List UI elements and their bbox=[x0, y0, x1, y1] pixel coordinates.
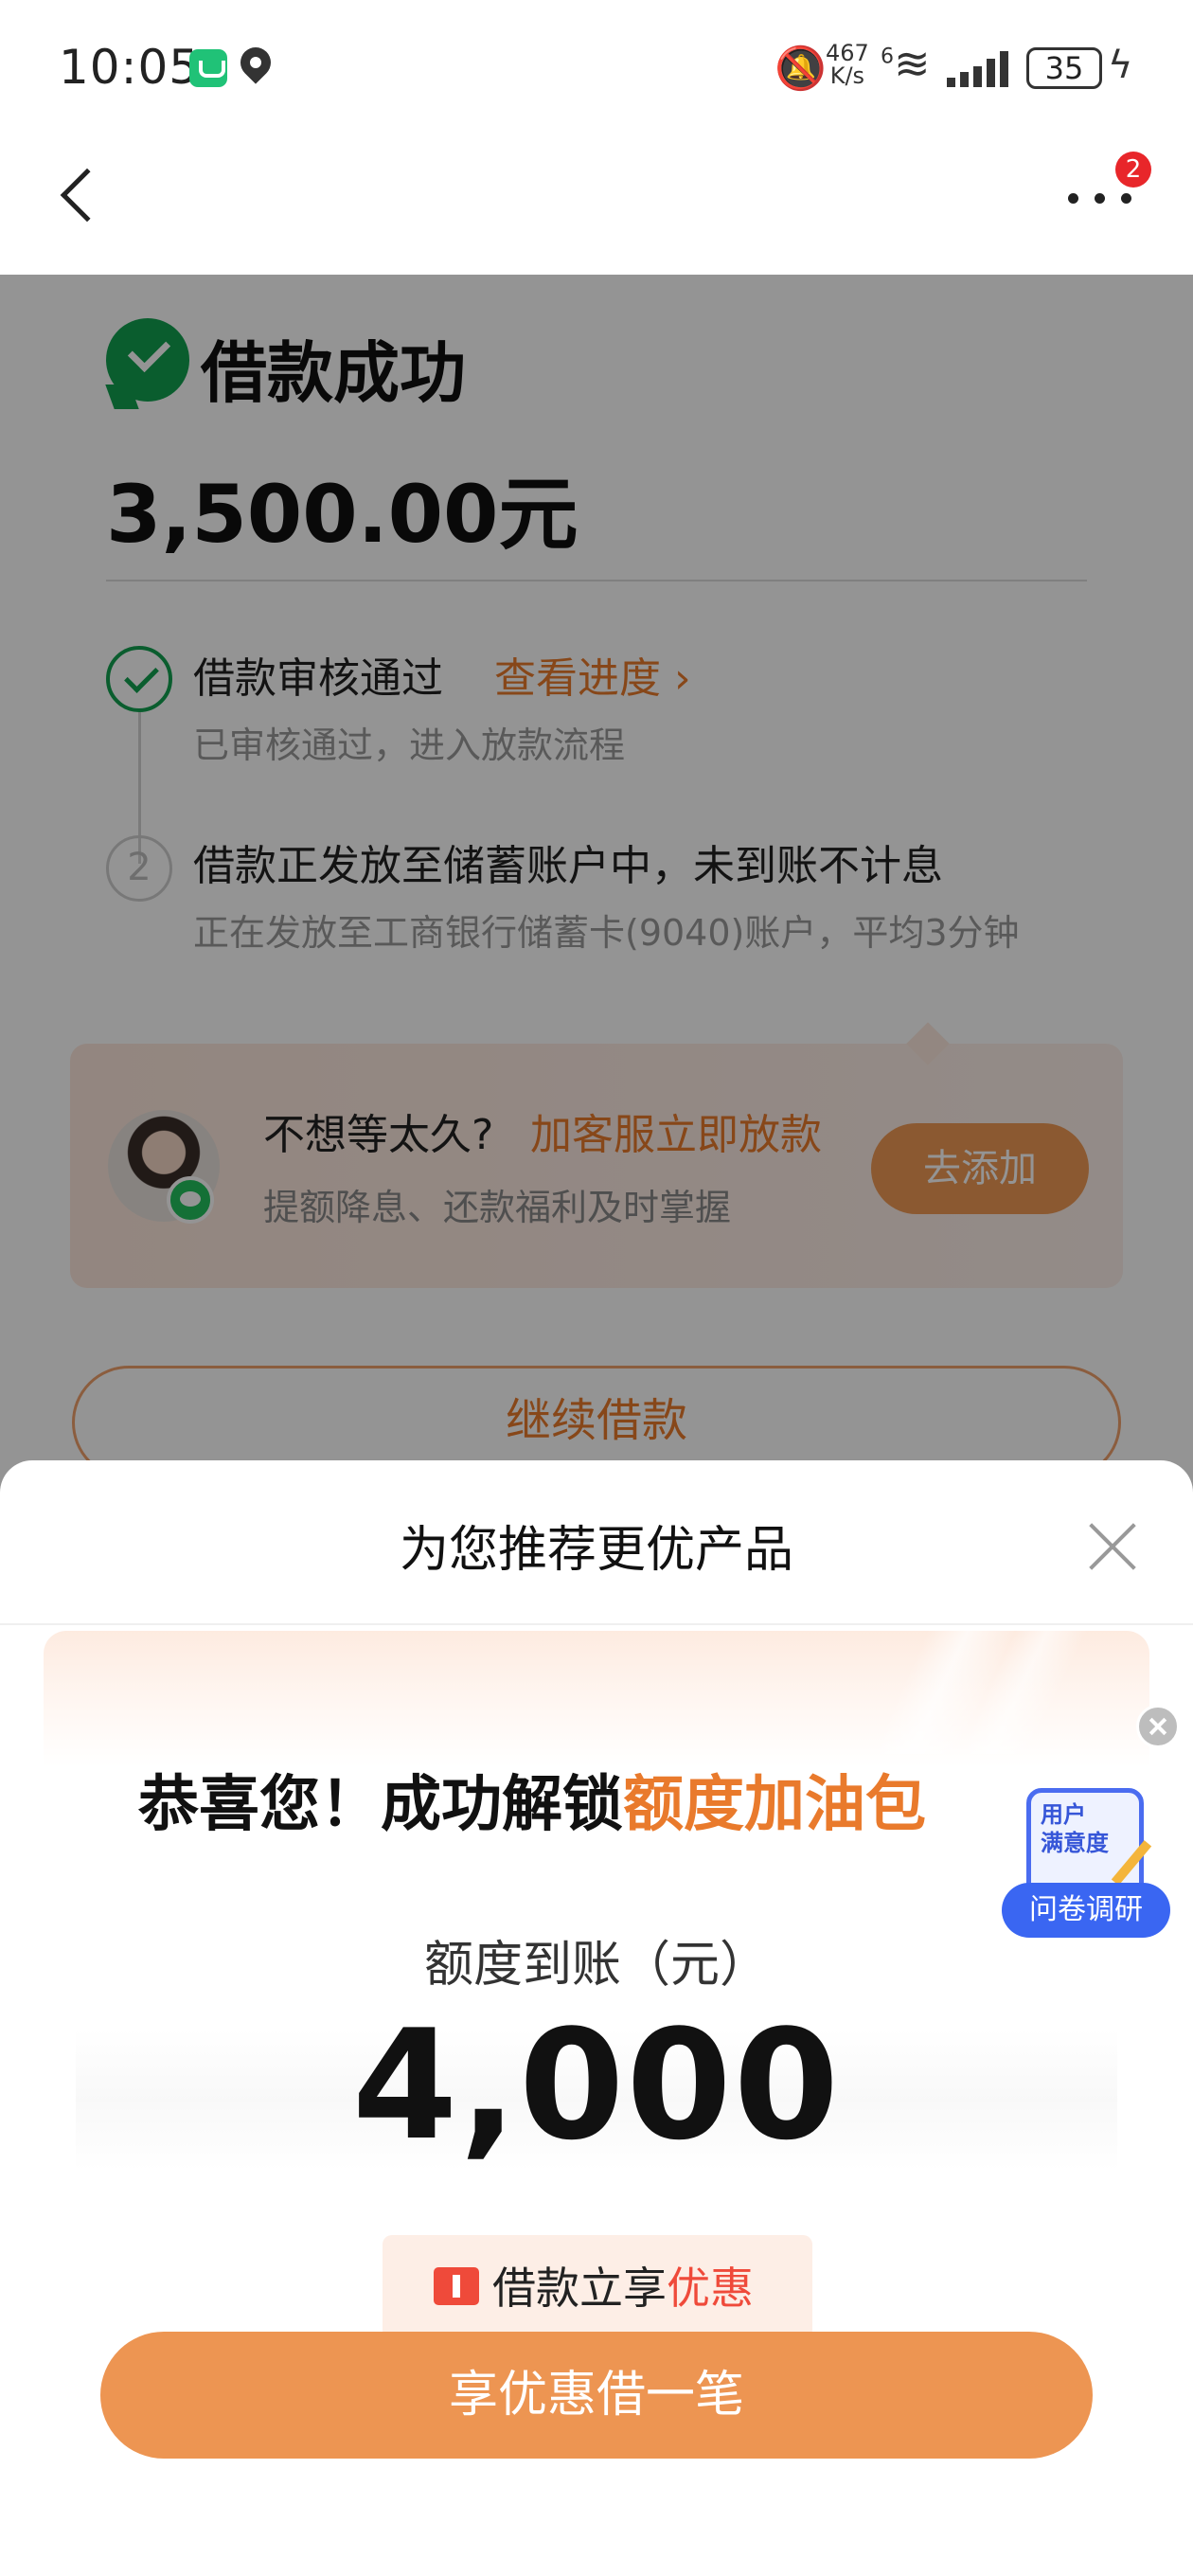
more-options-icon[interactable] bbox=[1068, 188, 1134, 206]
coupon-text-accent: 优惠 bbox=[667, 2263, 754, 2314]
charging-icon: ϟ bbox=[1108, 44, 1133, 87]
sheet-title: 为您推荐更优产品 bbox=[399, 1522, 793, 1579]
wifi-icon: 6≋ bbox=[881, 38, 931, 89]
status-bar: 10:05 🔕 467 K/s 6≋ 35 ϟ bbox=[0, 0, 1193, 133]
app-notification-icon bbox=[189, 49, 227, 87]
survey-button[interactable]: 问卷调研 bbox=[1002, 1883, 1170, 1938]
promo-headline-accent: 额度加油包 bbox=[623, 1770, 926, 1840]
survey-widget[interactable]: 用户 满意度 问卷调研 bbox=[998, 1705, 1180, 1941]
network-speed-unit: K/s bbox=[829, 63, 865, 89]
back-icon[interactable] bbox=[60, 168, 115, 223]
survey-close-icon[interactable] bbox=[1136, 1705, 1180, 1748]
mute-bell-icon: 🔕 bbox=[775, 45, 827, 93]
location-icon bbox=[234, 41, 277, 84]
coupon-text: 借款立享优惠 bbox=[492, 2254, 754, 2317]
notification-badge: 2 bbox=[1115, 152, 1151, 188]
close-icon[interactable] bbox=[1087, 1521, 1138, 1572]
coupon-tag: 借款立享优惠 bbox=[383, 2235, 812, 2339]
signal-icon bbox=[947, 49, 1013, 87]
status-time: 10:05 bbox=[59, 40, 201, 95]
promo-headline: 恭喜您！成功解锁额度加油包 bbox=[138, 1756, 926, 1843]
coupon-text-main: 借款立享 bbox=[492, 2263, 667, 2314]
quota-amount: 4,000 bbox=[351, 1996, 842, 2174]
promo-headline-text: 恭喜您！成功解锁 bbox=[138, 1770, 623, 1840]
survey-phone-text: 用户 满意度 bbox=[1041, 1801, 1109, 1856]
battery-level: 35 bbox=[1026, 47, 1102, 89]
wifi-tag: 6 bbox=[881, 45, 894, 69]
recommendation-sheet: 为您推荐更优产品 恭喜您！成功解锁额度加油包 额度到账（元） 4,000 借款立… bbox=[0, 1460, 1193, 2576]
ticket-icon bbox=[434, 2267, 479, 2305]
borrow-with-discount-button[interactable]: 享优惠借一笔 bbox=[100, 2332, 1093, 2459]
sheet-divider bbox=[0, 1623, 1193, 1625]
nav-bar: 2 bbox=[0, 133, 1193, 275]
network-speed: 467 K/s bbox=[826, 42, 869, 87]
